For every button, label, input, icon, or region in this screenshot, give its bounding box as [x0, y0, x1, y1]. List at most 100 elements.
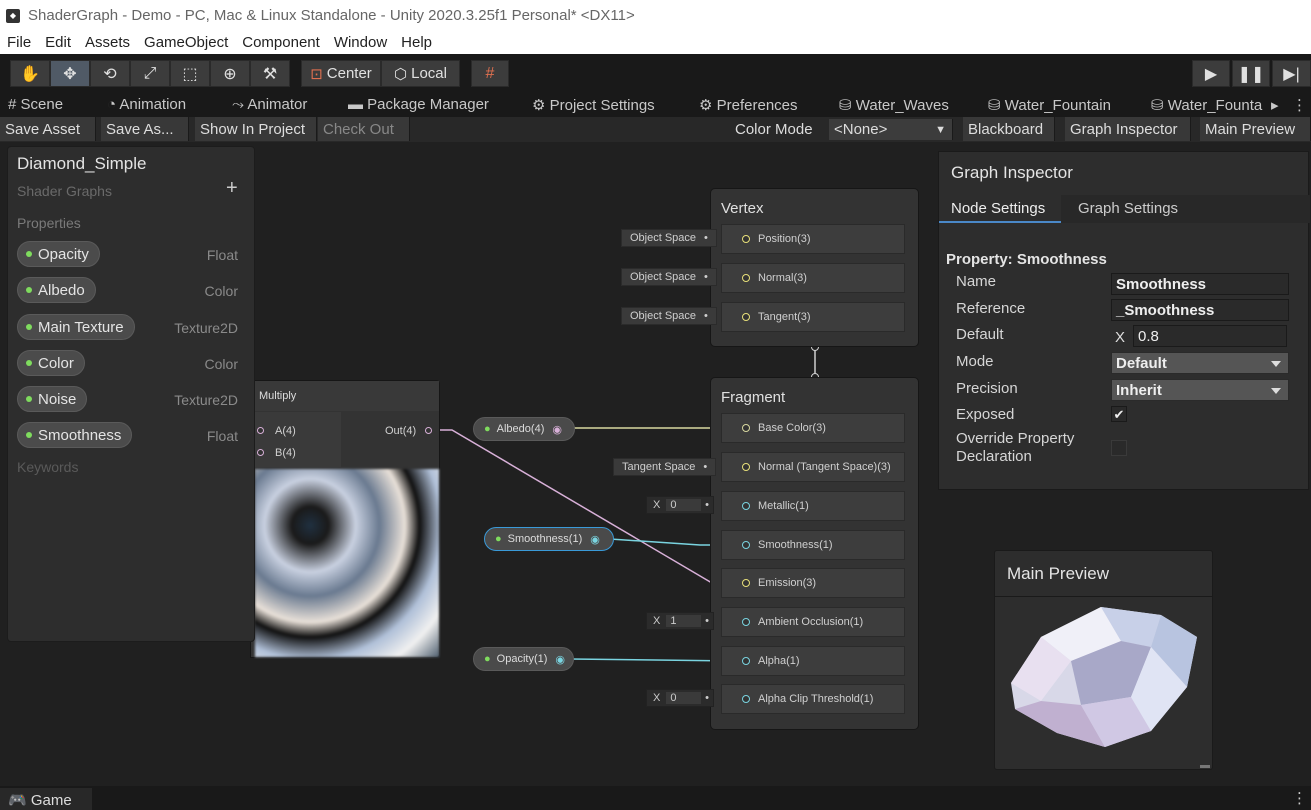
exposed-dot-icon: ●: [484, 653, 491, 665]
kebab-menu-icon[interactable]: ⋮: [1292, 789, 1307, 807]
exposed-dot-icon: [26, 251, 32, 257]
port-ao[interactable]: [742, 618, 750, 626]
port-position[interactable]: [742, 235, 750, 243]
default-value-field[interactable]: 0.8: [1133, 325, 1287, 347]
fragment-slot-alpha[interactable]: Alpha(1): [721, 646, 905, 676]
smoothness-property-node[interactable]: ● Smoothness(1) ◉: [484, 527, 614, 551]
tab-node-settings[interactable]: Node Settings: [939, 195, 1061, 223]
port-alpha[interactable]: [742, 657, 750, 665]
blackboard-subtitle: Shader Graphs: [17, 183, 112, 199]
port-base-color[interactable]: [742, 424, 750, 432]
multiply-inputs: [251, 412, 341, 467]
properties-section-label: Properties: [17, 215, 81, 231]
exposed-dot-icon: [26, 432, 32, 438]
vertex-context[interactable]: Vertex Position(3) Normal(3) Tangent(3): [710, 188, 919, 347]
port-a[interactable]: [257, 427, 264, 434]
precision-label: Precision: [956, 380, 1018, 397]
vertex-title: Vertex: [721, 200, 764, 217]
normal-tangent-space-input[interactable]: Tangent Space •: [613, 458, 717, 476]
opacity-property-node[interactable]: ● Opacity(1) ◉: [473, 647, 574, 671]
port-normal-ts[interactable]: [742, 463, 750, 471]
property-color[interactable]: Color: [17, 350, 85, 376]
reference-label: Reference: [956, 300, 1026, 317]
output-port-icon: ◉: [555, 653, 566, 666]
tab-graph-settings[interactable]: Graph Settings: [1061, 195, 1310, 223]
add-property-button[interactable]: +: [226, 177, 238, 200]
property-noise-type: Texture2D: [174, 392, 238, 408]
exposed-dot-icon: ●: [484, 423, 491, 435]
port-alpha-clip[interactable]: [742, 695, 750, 703]
vertex-slot-normal[interactable]: Normal(3): [721, 263, 905, 293]
exposed-label: Exposed: [956, 406, 1015, 423]
fragment-slot-metallic[interactable]: Metallic(1): [721, 491, 905, 521]
property-albedo-type: Color: [204, 283, 238, 299]
property-albedo[interactable]: Albedo: [17, 277, 96, 303]
exposed-checkbox[interactable]: ✔: [1111, 406, 1127, 422]
input-a-label: A(4): [275, 425, 296, 437]
fragment-slot-normal[interactable]: Normal (Tangent Space)(3): [721, 452, 905, 482]
port-normal[interactable]: [742, 274, 750, 282]
property-header: Property: Smoothness: [946, 251, 1107, 268]
main-preview-title: Main Preview: [1007, 564, 1110, 583]
fragment-context[interactable]: Fragment Base Color(3) Normal (Tangent S…: [710, 377, 919, 730]
port-metallic[interactable]: [742, 502, 750, 510]
property-opacity[interactable]: Opacity: [17, 241, 100, 267]
name-field[interactable]: Smoothness: [1111, 273, 1289, 295]
albedo-property-node[interactable]: ● Albedo(4) ◉: [473, 417, 575, 441]
position-space-input[interactable]: Object Space •: [621, 229, 717, 247]
alpha-clip-value-input[interactable]: X 0 •: [646, 689, 714, 707]
bottom-bar: 🎮 Game ⋮: [0, 786, 1311, 810]
reference-field[interactable]: _Smoothness: [1111, 299, 1289, 321]
fragment-slot-ambient-occlusion[interactable]: Ambient Occlusion(1): [721, 607, 905, 637]
exposed-dot-icon: [26, 360, 32, 366]
multiply-node[interactable]: Multiply A(4) B(4) Out(4): [250, 380, 440, 658]
keywords-section-label: Keywords: [17, 459, 79, 475]
vertex-slot-tangent[interactable]: Tangent(3): [721, 302, 905, 332]
diamond-preview: [1011, 607, 1197, 747]
property-main-texture[interactable]: Main Texture: [17, 314, 135, 340]
fragment-slot-alpha-clip[interactable]: Alpha Clip Threshold(1): [721, 684, 905, 714]
port-emission[interactable]: [742, 579, 750, 587]
resize-handle-icon[interactable]: [1200, 765, 1210, 768]
exposed-dot-icon: [26, 396, 32, 402]
main-preview-panel[interactable]: Main Preview: [994, 550, 1213, 770]
inspector-title: Graph Inspector: [951, 163, 1073, 182]
port-out[interactable]: [425, 427, 432, 434]
fragment-slot-emission[interactable]: Emission(3): [721, 568, 905, 598]
game-tab[interactable]: 🎮 Game: [0, 788, 92, 810]
output-port-icon: ◉: [590, 533, 600, 546]
precision-dropdown[interactable]: Inherit: [1111, 379, 1289, 401]
metallic-value-input[interactable]: X 0 •: [646, 496, 714, 514]
override-checkbox[interactable]: [1111, 440, 1127, 456]
port-tangent[interactable]: [742, 313, 750, 321]
default-label: Default: [956, 326, 1004, 343]
output-label: Out(4): [385, 425, 417, 437]
property-smoothness[interactable]: Smoothness: [17, 422, 133, 448]
port-smoothness[interactable]: [742, 541, 750, 549]
override-label-line1: Override Property: [956, 430, 1075, 447]
exposed-dot-icon: ●: [495, 533, 502, 545]
name-label: Name: [956, 273, 997, 290]
gamepad-icon: 🎮: [8, 792, 31, 809]
normal-space-input[interactable]: Object Space •: [621, 268, 717, 286]
override-label-line2: Declaration: [956, 448, 1032, 465]
fragment-slot-base-color[interactable]: Base Color(3): [721, 413, 905, 443]
property-opacity-type: Float: [206, 247, 238, 263]
exposed-dot-icon: [26, 287, 32, 293]
vertex-slot-position[interactable]: Position(3): [721, 224, 905, 254]
multiply-preview-image: [255, 469, 439, 657]
multiply-node-title: Multiply: [251, 381, 439, 411]
blackboard-title: Diamond_Simple: [17, 154, 147, 173]
fragment-slot-smoothness[interactable]: Smoothness(1): [721, 530, 905, 560]
graph-inspector-panel: Graph Inspector Node Settings Graph Sett…: [938, 151, 1310, 490]
tangent-space-input[interactable]: Object Space •: [621, 307, 717, 325]
ao-value-input[interactable]: X 1 •: [646, 612, 714, 630]
mode-dropdown[interactable]: Default: [1111, 352, 1289, 374]
property-color-type: Color: [204, 356, 238, 372]
property-noise[interactable]: Noise: [17, 386, 88, 412]
default-x-label: X: [1115, 329, 1126, 346]
mode-label: Mode: [956, 353, 994, 370]
port-b[interactable]: [257, 449, 264, 456]
blackboard-panel: Diamond_Simple Shader Graphs + Propertie…: [7, 146, 255, 642]
exposed-dot-icon: [26, 324, 32, 330]
